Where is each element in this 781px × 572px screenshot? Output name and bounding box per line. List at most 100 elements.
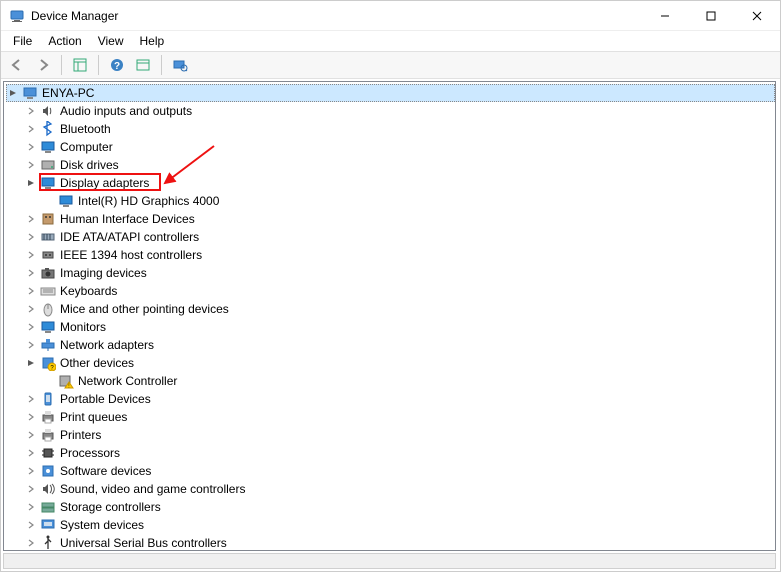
tree-category-label: Processors bbox=[58, 446, 122, 460]
tree-category[interactable]: Imaging devices bbox=[6, 264, 775, 282]
tree-category-label: Print queues bbox=[58, 410, 129, 424]
software-icon bbox=[40, 463, 56, 479]
tree-root-label: ENYA-PC bbox=[40, 86, 96, 100]
maximize-button[interactable] bbox=[688, 1, 734, 31]
tree-category[interactable]: Bluetooth bbox=[6, 120, 775, 138]
toolbar-help-button[interactable]: ? bbox=[105, 54, 129, 76]
tree-root[interactable]: ENYA-PC bbox=[6, 84, 775, 102]
usb-icon bbox=[40, 535, 56, 551]
scan-icon bbox=[172, 57, 188, 73]
port-icon bbox=[40, 247, 56, 263]
tree-category-label: Software devices bbox=[58, 464, 153, 478]
expander-icon[interactable] bbox=[24, 122, 38, 136]
svg-text:!: ! bbox=[68, 384, 69, 390]
expander-icon[interactable] bbox=[24, 446, 38, 460]
tree-category[interactable]: Mice and other pointing devices bbox=[6, 300, 775, 318]
menu-view[interactable]: View bbox=[90, 32, 132, 50]
sound-icon bbox=[40, 481, 56, 497]
menubar: File Action View Help bbox=[1, 31, 780, 51]
expander-icon[interactable] bbox=[24, 428, 38, 442]
expander-icon[interactable] bbox=[24, 482, 38, 496]
expander-icon[interactable] bbox=[24, 158, 38, 172]
tree-category[interactable]: Computer bbox=[6, 138, 775, 156]
tree-device[interactable]: Intel(R) HD Graphics 4000 bbox=[6, 192, 775, 210]
expander-icon[interactable] bbox=[24, 248, 38, 262]
expander-icon[interactable] bbox=[24, 140, 38, 154]
expander-icon[interactable] bbox=[24, 392, 38, 406]
close-button[interactable] bbox=[734, 1, 780, 31]
properties-icon bbox=[72, 57, 88, 73]
toolbar-scan-button[interactable] bbox=[168, 54, 192, 76]
expander-icon[interactable] bbox=[24, 104, 38, 118]
expander-icon[interactable] bbox=[24, 266, 38, 280]
bluetooth-icon bbox=[40, 121, 56, 137]
toolbar-showhidden-button[interactable] bbox=[131, 54, 155, 76]
expander-icon[interactable] bbox=[24, 356, 38, 370]
tree-category[interactable]: Monitors bbox=[6, 318, 775, 336]
disk-icon bbox=[40, 157, 56, 173]
tree-category[interactable]: IEEE 1394 host controllers bbox=[6, 246, 775, 264]
tree-category[interactable]: Sound, video and game controllers bbox=[6, 480, 775, 498]
menu-help[interactable]: Help bbox=[132, 32, 173, 50]
tree-category[interactable]: Display adapters bbox=[6, 174, 775, 192]
device-tree-panel[interactable]: ENYA-PC Audio inputs and outputsBluetoot… bbox=[3, 81, 776, 551]
expander-icon[interactable] bbox=[24, 500, 38, 514]
expander-icon[interactable] bbox=[24, 212, 38, 226]
tree-category[interactable]: Keyboards bbox=[6, 282, 775, 300]
printer-icon bbox=[40, 427, 56, 443]
computer-icon bbox=[22, 85, 38, 101]
expander-icon[interactable] bbox=[24, 536, 38, 550]
tree-category[interactable]: Software devices bbox=[6, 462, 775, 480]
tree-category-label: Other devices bbox=[58, 356, 136, 370]
tree-category[interactable]: Audio inputs and outputs bbox=[6, 102, 775, 120]
monitor-icon bbox=[40, 319, 56, 335]
tree-category-label: Display adapters bbox=[58, 176, 151, 190]
toolbar-forward-button[interactable] bbox=[31, 54, 55, 76]
tree-category[interactable]: Printers bbox=[6, 426, 775, 444]
expander-icon[interactable] bbox=[24, 284, 38, 298]
tree-category[interactable]: Portable Devices bbox=[6, 390, 775, 408]
tree-category[interactable]: Network adapters bbox=[6, 336, 775, 354]
tree-category-label: IDE ATA/ATAPI controllers bbox=[58, 230, 201, 244]
tree-category[interactable]: Print queues bbox=[6, 408, 775, 426]
printer-icon bbox=[40, 409, 56, 425]
tree-device[interactable]: !Network Controller bbox=[6, 372, 775, 390]
tree-category[interactable]: Human Interface Devices bbox=[6, 210, 775, 228]
tree-category[interactable]: ?Other devices bbox=[6, 354, 775, 372]
toolbar-properties-button[interactable] bbox=[68, 54, 92, 76]
tree-category[interactable]: Processors bbox=[6, 444, 775, 462]
ide-icon bbox=[40, 229, 56, 245]
expander-placeholder bbox=[42, 194, 56, 208]
tree-category-label: IEEE 1394 host controllers bbox=[58, 248, 204, 262]
tree-category-label: System devices bbox=[58, 518, 146, 532]
expander-icon[interactable] bbox=[24, 320, 38, 334]
tree-category-label: Printers bbox=[58, 428, 103, 442]
menu-action[interactable]: Action bbox=[40, 32, 89, 50]
expander-icon[interactable] bbox=[24, 302, 38, 316]
svg-text:?: ? bbox=[114, 61, 120, 72]
menu-file[interactable]: File bbox=[5, 32, 40, 50]
back-icon bbox=[9, 57, 25, 73]
expander-icon[interactable] bbox=[24, 176, 38, 190]
tree-category-label: Imaging devices bbox=[58, 266, 149, 280]
tree-category-label: Monitors bbox=[58, 320, 108, 334]
device-tree: ENYA-PC Audio inputs and outputsBluetoot… bbox=[4, 82, 775, 551]
expander-icon[interactable] bbox=[24, 410, 38, 424]
tree-category-label: Keyboards bbox=[58, 284, 119, 298]
expander-icon[interactable] bbox=[24, 464, 38, 478]
tree-category[interactable]: IDE ATA/ATAPI controllers bbox=[6, 228, 775, 246]
expander-icon[interactable] bbox=[24, 338, 38, 352]
toolbar-back-button[interactable] bbox=[5, 54, 29, 76]
tree-category[interactable]: Disk drives bbox=[6, 156, 775, 174]
tree-category[interactable]: System devices bbox=[6, 516, 775, 534]
minimize-button[interactable] bbox=[642, 1, 688, 31]
expander-icon[interactable] bbox=[24, 518, 38, 532]
expander-icon[interactable] bbox=[24, 230, 38, 244]
expander-icon[interactable] bbox=[6, 86, 20, 100]
tree-category[interactable]: Storage controllers bbox=[6, 498, 775, 516]
tree-category[interactable]: Universal Serial Bus controllers bbox=[6, 534, 775, 551]
system-icon bbox=[40, 517, 56, 533]
tree-category-label: Sound, video and game controllers bbox=[58, 482, 247, 496]
tree-device-label: Intel(R) HD Graphics 4000 bbox=[76, 194, 221, 208]
storage-icon bbox=[40, 499, 56, 515]
